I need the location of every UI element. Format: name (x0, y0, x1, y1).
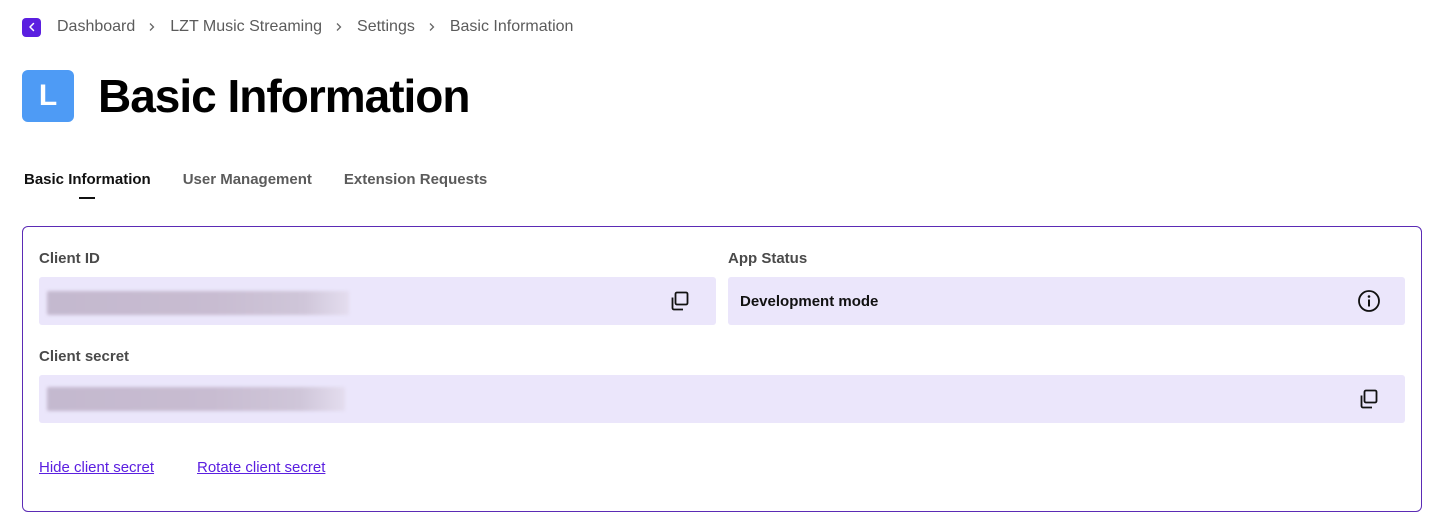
tab-extension-requests[interactable]: Extension Requests (344, 170, 487, 190)
chevron-right-icon (148, 22, 156, 32)
hide-client-secret-link[interactable]: Hide client secret (39, 459, 154, 476)
client-secret-masked-value (47, 387, 345, 411)
tab-user-management[interactable]: User Management (183, 170, 312, 190)
chevron-left-icon (28, 22, 34, 32)
copy-icon (1360, 389, 1378, 409)
page-header: L Basic Information (22, 70, 471, 122)
rotate-client-secret-link[interactable]: Rotate client secret (197, 459, 325, 476)
credentials-card: Client ID App Status Development mode Cl… (22, 226, 1422, 512)
breadcrumb-dashboard[interactable]: Dashboard (57, 18, 135, 36)
app-status-info-button[interactable] (1356, 288, 1382, 314)
breadcrumb-current: Basic Information (449, 18, 574, 35)
client-id-field (39, 277, 716, 325)
tab-bar: Basic Information User Management Extens… (24, 170, 519, 190)
app-status-label: App Status (728, 250, 808, 267)
copy-icon (671, 291, 689, 311)
info-icon (1358, 290, 1380, 312)
client-secret-label: Client secret (39, 348, 130, 365)
app-avatar: L (22, 70, 74, 122)
app-status-field: Development mode (728, 277, 1405, 325)
tab-basic-information[interactable]: Basic Information (24, 170, 151, 190)
chevron-right-icon (428, 22, 436, 32)
copy-client-secret-button[interactable] (1356, 386, 1382, 412)
breadcrumb-app[interactable]: LZT Music Streaming (170, 18, 322, 36)
app-status-value: Development mode (740, 292, 879, 310)
breadcrumb-settings[interactable]: Settings (357, 18, 415, 36)
page-title: Basic Information (98, 70, 471, 122)
client-id-masked-value (47, 291, 349, 315)
client-id-label: Client ID (39, 250, 100, 267)
breadcrumb: Dashboard LZT Music Streaming Settings B… (22, 16, 573, 38)
copy-client-id-button[interactable] (667, 288, 693, 314)
back-button[interactable] (22, 17, 41, 37)
client-secret-field (39, 375, 1405, 423)
chevron-right-icon (335, 22, 343, 32)
